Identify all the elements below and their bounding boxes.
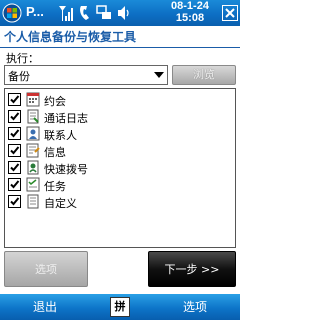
input-method-button[interactable]: 拼 [110, 297, 130, 317]
checkbox[interactable] [8, 127, 21, 140]
list-item[interactable]: 快速拨号 [8, 160, 228, 177]
options-softkey[interactable]: 选项 [150, 294, 240, 320]
connectivity-icon[interactable] [96, 3, 112, 27]
checkbox[interactable] [8, 161, 21, 174]
options-button[interactable]: 选项 [4, 251, 88, 287]
list-item[interactable]: 联系人 [8, 126, 228, 143]
calendar-icon [26, 92, 40, 107]
volume-icon[interactable] [116, 3, 132, 27]
soft-key-bar: 退出 拼 选项 [0, 294, 240, 320]
browse-button[interactable]: 浏览 [172, 65, 236, 85]
time-text: 15:08 [175, 12, 205, 24]
close-icon[interactable] [222, 5, 238, 21]
call-log-icon [26, 109, 40, 124]
screen: P... 08-1-24 15:08 个人信息备份与恢复工具 执行： 备份 浏览… [0, 0, 240, 320]
tasks-icon [26, 177, 40, 192]
item-label: 快速拨号 [44, 163, 88, 176]
checkbox[interactable] [8, 195, 21, 208]
app-title-short: P... [26, 4, 44, 19]
item-list: 约会 通话日志 联系人 信息 快速拨号 任务 自定义 [4, 88, 236, 248]
exit-softkey[interactable]: 退出 [0, 294, 90, 320]
item-label: 自定义 [44, 197, 77, 210]
chevron-down-icon[interactable] [154, 72, 164, 78]
custom-icon [26, 194, 40, 209]
list-item[interactable]: 自定义 [8, 194, 228, 211]
list-item[interactable]: 通话日志 [8, 109, 228, 126]
page-title: 个人信息备份与恢复工具 [0, 26, 240, 48]
speed-dial-icon [26, 160, 40, 175]
item-label: 约会 [44, 95, 66, 108]
contacts-icon [26, 126, 40, 141]
date-text: 08-1-24 [171, 0, 209, 12]
list-item[interactable]: 任务 [8, 177, 228, 194]
windows-start-icon[interactable] [2, 3, 22, 23]
action-combo[interactable]: 备份 [4, 65, 168, 85]
checkbox[interactable] [8, 93, 21, 106]
datetime[interactable]: 08-1-24 15:08 [160, 0, 220, 24]
list-item[interactable]: 信息 [8, 143, 228, 160]
status-bar: P... 08-1-24 15:08 [0, 0, 240, 26]
combo-value: 备份 [8, 70, 30, 83]
checkbox[interactable] [8, 144, 21, 157]
message-icon [26, 143, 40, 158]
item-label: 联系人 [44, 129, 77, 142]
checkbox[interactable] [8, 178, 21, 191]
signal-icon[interactable] [58, 3, 74, 27]
phone-icon[interactable] [78, 3, 92, 27]
item-label: 任务 [44, 180, 66, 193]
exec-label: 执行： [6, 52, 39, 65]
next-button[interactable]: 下一步 >> [148, 251, 236, 287]
checkbox[interactable] [8, 110, 21, 123]
item-label: 信息 [44, 146, 66, 159]
list-item[interactable]: 约会 [8, 92, 228, 109]
item-label: 通话日志 [44, 112, 88, 125]
